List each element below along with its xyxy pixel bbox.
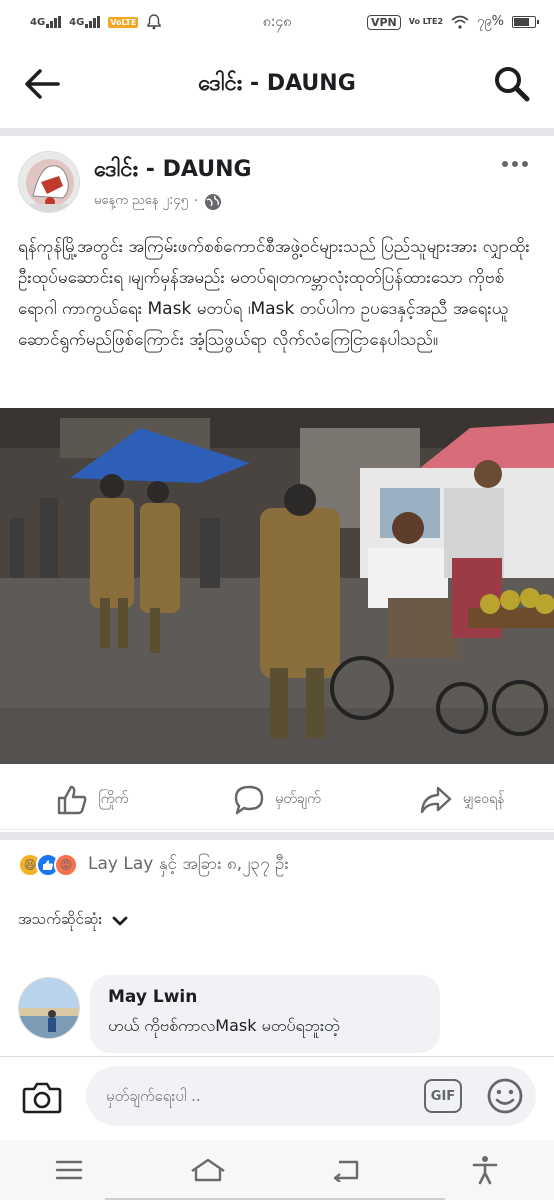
sort-label: အသက်ဆိုင်ဆုံး: [18, 910, 103, 928]
gif-button[interactable]: GIF: [424, 1079, 462, 1113]
accessibility-button[interactable]: [463, 1148, 507, 1192]
home-icon: [191, 1158, 225, 1182]
reactions-summary[interactable]: 😆 😡 Lay Lay နှင့် အခြား ၈,၂၃၇ ဦး: [18, 850, 289, 880]
comment-composer: GIF: [0, 1056, 554, 1136]
globe-icon: [205, 193, 222, 210]
share-label: မျှဝေရန်: [462, 791, 505, 807]
back-nav-button[interactable]: [324, 1148, 368, 1192]
comment-sort-dropdown[interactable]: အသက်ဆိုင်ဆုံး: [18, 910, 128, 932]
post-actions: ကြိုက် မှတ်ချက် မျှဝေရန်: [0, 770, 554, 830]
vpn-badge: VPN: [366, 14, 401, 30]
volte-indicator: Vo LTE2: [408, 17, 444, 26]
commenter-avatar[interactable]: [18, 977, 80, 1039]
chevron-down-icon: [112, 916, 128, 926]
system-nav-bar: [0, 1140, 554, 1200]
thumbs-up-icon: [58, 785, 87, 814]
network-label-1: 4G: [30, 17, 46, 28]
post-time[interactable]: မနေ့က ညနေ ၂:၄၅: [94, 192, 188, 211]
comment-label: မှတ်ချက်: [275, 791, 321, 807]
signal-icon: [85, 16, 101, 28]
comment-button[interactable]: မှတ်ချက်: [185, 770, 370, 829]
avatar-image: [19, 978, 79, 1038]
post-author-name[interactable]: ဒေါင်း - DAUNG: [94, 154, 252, 187]
avatar-image: [19, 152, 79, 212]
home-button[interactable]: [186, 1148, 230, 1192]
volte-badge: VoLTE: [108, 16, 139, 28]
share-arrow-icon: [420, 786, 452, 813]
meta-separator: ·: [193, 194, 199, 209]
app-header: ဒေါင်း - DAUNG: [0, 52, 554, 116]
post-photo[interactable]: [0, 408, 554, 764]
page-avatar[interactable]: [18, 151, 80, 213]
battery-icon: [512, 16, 539, 28]
comment-bubble[interactable]: May Lwin ဟယ် ကိုဗစ်ကာလMask မတပ်ရဘူးတဲ့: [90, 975, 440, 1053]
like-label: ကြိုက်: [98, 791, 129, 807]
page-title: ဒေါင်း - DAUNG: [198, 70, 356, 96]
accessibility-icon: [472, 1156, 498, 1185]
speech-bubble-icon: [235, 785, 264, 814]
signal-icon: [46, 16, 62, 28]
smiley-icon[interactable]: [486, 1077, 524, 1115]
network-indicator-2: 4G: [69, 16, 101, 28]
angry-reaction-icon: 😡: [54, 853, 78, 877]
comment-text: ဟယ် ကိုဗစ်ကာလMask မတပ်ရဘူးတဲ့: [108, 1016, 340, 1035]
menu-lines-icon: [56, 1160, 83, 1180]
comment-input[interactable]: [86, 1066, 536, 1126]
post-text: ရန်ကုန်မြို့အတွင်း အကြမ်းဖက်စစ်ကောင်စီအဖ…: [18, 237, 530, 350]
status-left: 4G 4G VoLTE: [30, 14, 162, 30]
network-label-2: 4G: [69, 17, 85, 28]
back-arrow-icon: [334, 1160, 359, 1182]
status-right: VPN Vo LTE2 ၇၉%: [366, 13, 539, 32]
recent-apps-button[interactable]: [47, 1148, 91, 1192]
battery-fill: [514, 18, 529, 26]
street-scene-image: [0, 408, 554, 764]
arrow-left-icon[interactable]: [22, 66, 62, 102]
battery-percent: ၇၉%: [477, 13, 504, 29]
network-indicator-1: 4G: [30, 16, 62, 28]
section-divider: [0, 832, 554, 840]
more-dots-icon[interactable]: [500, 154, 530, 174]
section-divider: [0, 128, 554, 136]
reactions-count-text: Lay Lay နှင့် အခြား ၈,၂၃၇ ဦး: [88, 853, 289, 874]
wifi-icon: [451, 15, 469, 29]
camera-icon[interactable]: [22, 1079, 62, 1115]
post-header: ဒေါင်း - DAUNG မနေ့က ညနေ ၂:၄၅ ·: [0, 148, 554, 220]
bell-icon: [147, 14, 161, 30]
share-button[interactable]: မျှဝေရန်: [369, 770, 554, 829]
like-button[interactable]: ကြိုက်: [0, 770, 185, 829]
reaction-icons: 😆 😡: [18, 853, 78, 877]
comment-author[interactable]: May Lwin: [108, 987, 422, 1007]
status-bar: 4G 4G VoLTE ၈:၄၈ VPN Vo LTE2 ၇၉%: [0, 0, 554, 44]
post-meta: မနေ့က ညနေ ၂:၄၅ ·: [94, 192, 222, 211]
search-icon[interactable]: [492, 64, 532, 104]
